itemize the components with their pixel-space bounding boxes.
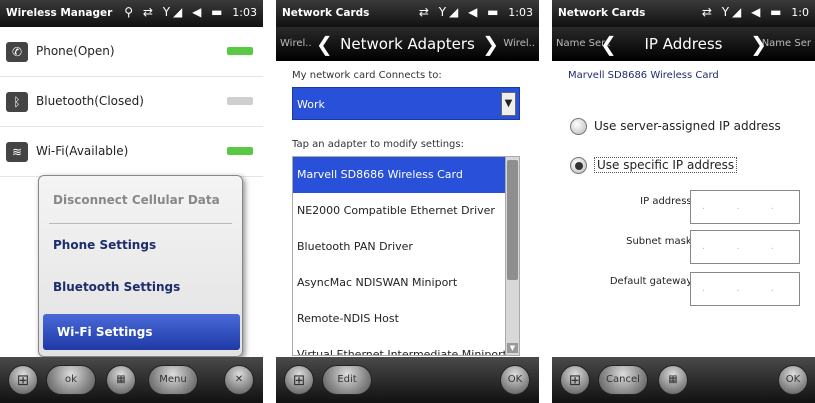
start-button[interactable]: ⊞ — [284, 365, 314, 395]
toggle-indicator[interactable] — [227, 147, 253, 155]
edit-softkey[interactable]: Edit — [322, 365, 372, 395]
network-adapters-screen: Network Cards ⇄ Y◢ ◀ ▬ 1:03 Wirel.. ❮ Ne… — [276, 0, 539, 403]
radio-button[interactable] — [570, 157, 587, 174]
scroll-down-icon[interactable]: ▼ — [507, 343, 518, 353]
status-bar: Network Cards ⇄ Y◢ ◀ ▬ 1:03 — [276, 0, 539, 27]
list-item-adapter[interactable]: AsyncMac NDISWAN Miniport — [293, 265, 505, 301]
menu-item-phone-settings[interactable]: Phone Settings — [39, 227, 242, 263]
toggle-indicator[interactable] — [227, 97, 253, 105]
subnet-mask-label: Subnet mask: — [626, 236, 695, 247]
start-button[interactable]: ⊞ — [8, 365, 38, 395]
item-label: Phone(Open) — [36, 44, 115, 58]
chevron-right-icon[interactable]: ❯ — [482, 32, 499, 56]
list-item-adapter[interactable]: Marvell SD8686 Wireless Card — [293, 157, 505, 193]
network-select[interactable]: Work ▼ — [292, 87, 520, 120]
bluetooth-icon: ᛒ — [6, 92, 28, 112]
list-item-adapter[interactable]: Bluetooth PAN Driver — [293, 229, 505, 265]
clock: 1:03 — [508, 6, 533, 19]
start-button[interactable]: ⊞ — [560, 365, 590, 395]
radio-label[interactable]: Use specific IP address — [594, 157, 738, 173]
app-title: Network Cards — [558, 7, 646, 19]
list-item-adapter[interactable]: NE2000 Compatible Ethernet Driver — [293, 193, 505, 229]
item-label: Wi-Fi(Available) — [36, 144, 129, 158]
close-icon[interactable]: ✕ — [224, 365, 254, 395]
menu-item-wifi-settings[interactable]: Wi-Fi Settings — [43, 314, 240, 350]
phone-icon: ✆ — [6, 42, 28, 62]
ok-button[interactable]: OK — [778, 365, 808, 395]
status-icons-glyphs: ⚲ ⇄ Y◢ ◀ ▬ — [124, 5, 226, 19]
ip-address-screen: Network Cards ⇄ Y◢ ◀ ▬ 1:0 Name Ser.. ❮ … — [552, 0, 815, 403]
toggle-indicator[interactable] — [227, 47, 253, 55]
default-gateway-label: Default gateway: — [609, 276, 695, 287]
chevron-down-icon[interactable]: ▼ — [501, 92, 516, 116]
list-item-adapter[interactable]: Remote-NDIS Host — [293, 301, 505, 337]
ip-address-label: IP address: — [640, 196, 695, 207]
keyboard-icon[interactable]: ▦ — [106, 365, 136, 395]
item-label: Bluetooth(Closed) — [36, 94, 144, 108]
default-gateway-field[interactable]: . . . — [690, 272, 800, 306]
tap-adapter-label: Tap an adapter to modify settings: — [292, 139, 464, 150]
tab-navigation: Name Ser.. ❮ IP Address ❯ Name Ser — [552, 27, 815, 61]
list-item-phone[interactable]: ✆ Phone(Open) — [0, 27, 263, 77]
menu-divider — [49, 223, 232, 224]
ok-softkey[interactable]: ok — [46, 365, 96, 395]
next-tab-label[interactable]: Wirel.. — [503, 38, 535, 49]
scroll-thumb[interactable] — [507, 160, 518, 280]
tab-navigation: Wirel.. ❮ Network Adapters ❯ Wirel.. — [276, 27, 539, 61]
wifi-icon: ≋ — [6, 142, 28, 162]
context-menu: Disconnect Cellular Data Phone Settings … — [38, 175, 243, 357]
list-item-wifi[interactable]: ≋ Wi-Fi(Available) — [0, 127, 263, 177]
subnet-mask-field[interactable]: . . . — [690, 230, 800, 264]
radio-button[interactable] — [570, 118, 587, 135]
list-item-adapter[interactable]: Virtual Ethernet Intermediate Miniport — [293, 337, 505, 355]
softkey-bar: ⊞ Cancel ▦ OK — [552, 357, 815, 403]
app-title: Wireless Manager — [6, 7, 113, 19]
network-select-value: Work — [297, 98, 325, 111]
menu-softkey[interactable]: Menu — [148, 365, 198, 395]
clock: 1:03 — [232, 6, 257, 19]
ok-button[interactable]: OK — [500, 365, 530, 395]
status-icons[interactable]: ⇄ Y◢ ◀ ▬ 1:0 — [702, 5, 809, 19]
status-bar: Network Cards ⇄ Y◢ ◀ ▬ 1:0 — [552, 0, 815, 27]
connects-label: My network card Connects to: — [292, 70, 442, 81]
radio-label[interactable]: Use server-assigned IP address — [594, 119, 781, 133]
softkey-bar: ⊞ Edit OK — [276, 357, 539, 403]
page-title: Network Adapters — [340, 35, 475, 53]
keyboard-icon[interactable]: ▦ — [658, 365, 688, 395]
wireless-manager-screen: Wireless Manager ⚲ ⇄ Y◢ ◀ ▬ 1:03 ✆ Phone… — [0, 0, 263, 403]
status-icons-glyphs: ⇄ Y◢ ◀ ▬ — [701, 5, 785, 19]
app-title: Network Cards — [282, 7, 370, 19]
next-tab-label[interactable]: Name Ser — [762, 38, 811, 49]
status-bar: Wireless Manager ⚲ ⇄ Y◢ ◀ ▬ 1:03 — [0, 0, 263, 27]
adapter-list: Marvell SD8686 Wireless Card NE2000 Comp… — [292, 156, 520, 356]
ip-address-field[interactable]: . . . — [690, 190, 800, 224]
scrollbar[interactable]: ▼ — [505, 157, 519, 355]
list-item-bluetooth[interactable]: ᛒ Bluetooth(Closed) — [0, 77, 263, 127]
status-icons[interactable]: ⇄ Y◢ ◀ ▬ 1:03 — [419, 5, 533, 19]
clock: 1:0 — [791, 6, 809, 19]
cancel-softkey[interactable]: Cancel — [598, 365, 648, 395]
adapter-name: Marvell SD8686 Wireless Card — [568, 70, 719, 81]
menu-item-disconnect-cellular[interactable]: Disconnect Cellular Data — [39, 182, 242, 218]
status-icons-glyphs: ⇄ Y◢ ◀ ▬ — [418, 5, 502, 19]
menu-item-bluetooth-settings[interactable]: Bluetooth Settings — [39, 269, 242, 305]
status-icons[interactable]: ⚲ ⇄ Y◢ ◀ ▬ 1:03 — [124, 5, 257, 19]
softkey-bar: ⊞ ok ▦ Menu ✕ — [0, 357, 263, 403]
